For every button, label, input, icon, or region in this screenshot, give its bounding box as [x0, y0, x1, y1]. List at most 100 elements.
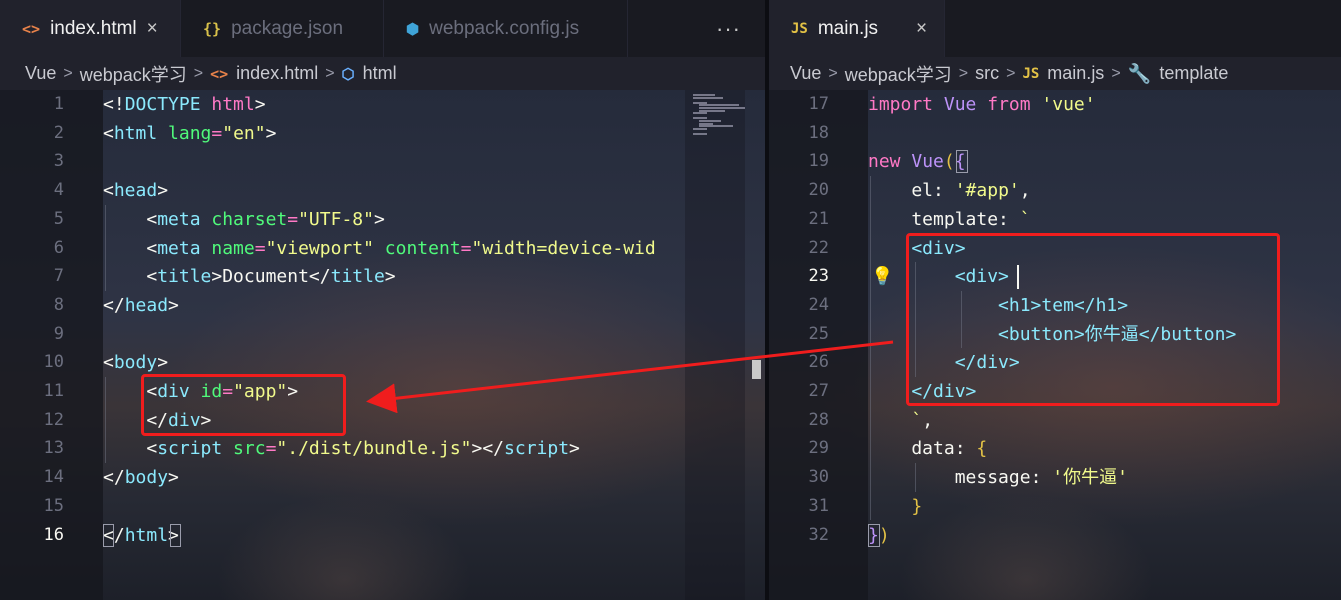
breadcrumb-item-folder[interactable]: webpack学习 [80, 61, 187, 87]
code-token: , [922, 409, 934, 431]
left-editor-group: <> index.html × {} package.json ⬢ webpac… [0, 0, 765, 600]
line-number: 12 [43, 409, 64, 430]
code-token: script [504, 438, 570, 460]
code-token: from [976, 94, 1031, 115]
code-token: head [113, 180, 158, 202]
code-token: = [287, 208, 299, 230]
line-number: 2 [53, 122, 64, 143]
code-line: } [868, 492, 922, 521]
line-number: 23 [808, 266, 829, 287]
code-area[interactable]: import Vue from 'vue' new Vue({ el: '#app… [868, 90, 1341, 600]
scrollbar-thumb[interactable] [752, 360, 761, 379]
code-token: "viewport" [265, 237, 374, 259]
code-token: html [124, 524, 169, 546]
line-number: 27 [808, 381, 829, 401]
code-token: > [384, 266, 396, 288]
breadcrumb-item-symbol[interactable]: 🔧 template [1128, 62, 1229, 85]
breadcrumb-item-file[interactable]: <> index.html [210, 63, 318, 84]
code-token: '你牛逼' [1052, 467, 1128, 489]
tab-webpack-config[interactable]: ⬢ webpack.config.js [384, 0, 628, 57]
tab-index-html[interactable]: <> index.html × [0, 0, 181, 57]
line-number: 4 [53, 180, 64, 201]
code-token: DOCTYPE [124, 94, 201, 115]
tab-main-js[interactable]: JS main.js × [769, 0, 945, 57]
code-token: > [157, 180, 169, 202]
lightbulb-icon[interactable]: 💡 [871, 266, 893, 287]
code-token: el [868, 180, 934, 202]
chevron-right-icon: > [828, 64, 838, 82]
minimap[interactable] [685, 90, 745, 600]
code-token: ></ [471, 438, 505, 460]
breadcrumb-item-src[interactable]: src [975, 63, 999, 84]
close-icon[interactable]: × [916, 18, 927, 40]
code-area[interactable]: <!DOCTYPE html> <html lang="en"> <head> <m… [103, 90, 685, 600]
more-actions-icon[interactable]: ··· [716, 0, 741, 57]
bracket-match-highlight [868, 523, 880, 547]
code-token: body [113, 352, 158, 374]
code-editor[interactable]: 17 18 19 20 21 22 23 24 25 26 27 28 29 30 31 32 import … [769, 90, 1341, 600]
minimap-line [693, 96, 723, 99]
code-line: <meta charset="UTF-8"> [103, 205, 385, 234]
code-line: <!DOCTYPE html> [103, 90, 266, 119]
code-line: </head> [103, 291, 179, 320]
indent-guide [105, 377, 106, 464]
breadcrumb-label: webpack学习 [79, 64, 187, 85]
breadcrumb-item-vue[interactable]: Vue [790, 63, 821, 84]
chevron-right-icon: > [325, 64, 335, 82]
html-file-icon: <> [22, 19, 41, 38]
line-number: 32 [808, 524, 829, 545]
code-line: import Vue from 'vue' [868, 90, 1096, 119]
tab-label: main.js [817, 17, 879, 39]
breadcrumb: Vue > webpack学习 > <> index.html > ⬡ html [0, 57, 765, 90]
breadcrumb-item-symbol[interactable]: ⬡ html [342, 63, 397, 84]
line-number: 6 [53, 237, 64, 258]
tab-package-json[interactable]: {} package.json [181, 0, 384, 57]
code-token: < [103, 180, 114, 202]
line-number: 21 [808, 208, 829, 229]
code-token: import [868, 94, 934, 115]
code-token: html [113, 122, 158, 144]
breadcrumb-item-folder[interactable]: webpack学习 [845, 61, 952, 87]
breadcrumb-label: src [975, 63, 1000, 83]
code-token: = [211, 122, 223, 144]
code-editor[interactable]: 1 2 3 4 5 6 7 8 9 10 11 12 13 14 15 16 <!DOCTYPE html> <… [0, 90, 765, 600]
breadcrumb-label: html [362, 63, 397, 83]
code-line: <script src="./dist/bundle.js"></script> [103, 434, 580, 463]
breadcrumb-item-file[interactable]: JS main.js [1022, 63, 1104, 84]
line-number: 22 [808, 237, 829, 258]
line-number: 28 [808, 409, 829, 430]
code-token: > [373, 208, 385, 230]
breadcrumb-item-vue[interactable]: Vue [25, 63, 56, 84]
line-number: 10 [43, 352, 64, 373]
code-token: content [373, 237, 461, 259]
code-token: <! [103, 94, 125, 115]
code-token: < [103, 237, 158, 259]
code-token: '#app' [954, 180, 1020, 202]
tab-label: webpack.config.js [429, 17, 580, 39]
js-file-icon: JS [791, 20, 808, 37]
code-token: message [868, 467, 1031, 489]
tab-label: index.html [50, 17, 137, 39]
line-number: 3 [53, 151, 64, 172]
close-icon[interactable]: × [147, 18, 158, 40]
code-token: Vue [933, 94, 977, 115]
js-file-icon: JS [1022, 65, 1040, 82]
code-token: "en" [222, 122, 266, 144]
indent-guide [870, 176, 871, 521]
cube-icon: ⬡ [341, 64, 355, 83]
code-token: > [254, 94, 266, 115]
line-number: 24 [808, 294, 829, 315]
code-token: < [103, 208, 158, 230]
line-number: 30 [808, 467, 829, 488]
line-number: 14 [43, 467, 64, 488]
breadcrumb: Vue > webpack学习 > src > JS main.js > 🔧 tem… [769, 57, 1341, 90]
code-token: lang [157, 122, 212, 144]
code-token: "./dist/bundle.js" [276, 438, 472, 460]
code-line: <title>Document</title> [103, 262, 396, 291]
line-number: 7 [53, 266, 64, 287]
code-line: `, [868, 406, 933, 435]
code-token: 'vue' [1030, 94, 1096, 115]
wrench-icon: 🔧 [1127, 63, 1152, 85]
code-token: } [868, 495, 923, 517]
line-number: 1 [53, 94, 64, 114]
